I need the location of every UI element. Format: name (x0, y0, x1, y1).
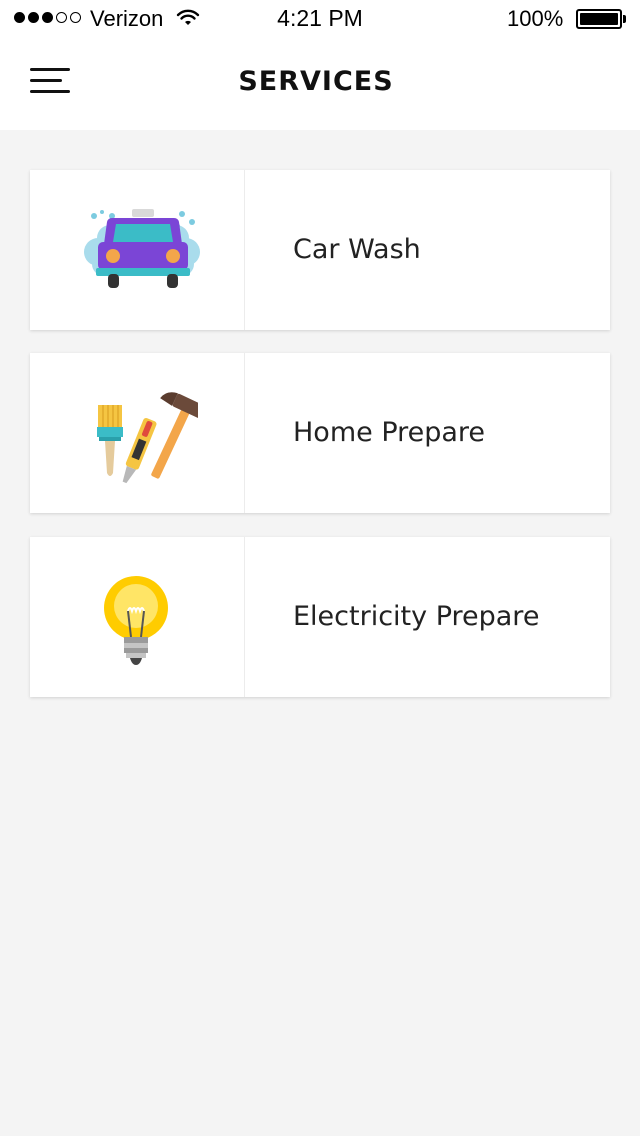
tools-icon (97, 392, 198, 484)
top-bar: Verizon 4:21 PM 100% SERVICES (0, 0, 640, 130)
battery-percentage: 100% (507, 6, 564, 31)
service-icon-cell (30, 170, 245, 330)
service-label: Car Wash (293, 234, 421, 265)
service-card-electricity-prepare[interactable]: Electricity Prepare (30, 537, 610, 697)
service-icon-cell (30, 353, 245, 513)
page-title: SERVICES (238, 66, 394, 97)
battery-cap (623, 15, 626, 23)
service-label: Home Prepare (293, 417, 486, 448)
status-bar: Verizon 4:21 PM 100% (0, 0, 640, 40)
service-card-car-wash[interactable]: Car Wash (30, 170, 610, 330)
light-bulb-icon (104, 576, 168, 665)
car-wash-icon (84, 209, 200, 288)
service-label: Electricity Prepare (293, 601, 540, 632)
service-card-home-prepare[interactable]: Home Prepare (30, 353, 610, 513)
battery-icon (576, 9, 622, 29)
service-icon-cell (30, 537, 245, 697)
